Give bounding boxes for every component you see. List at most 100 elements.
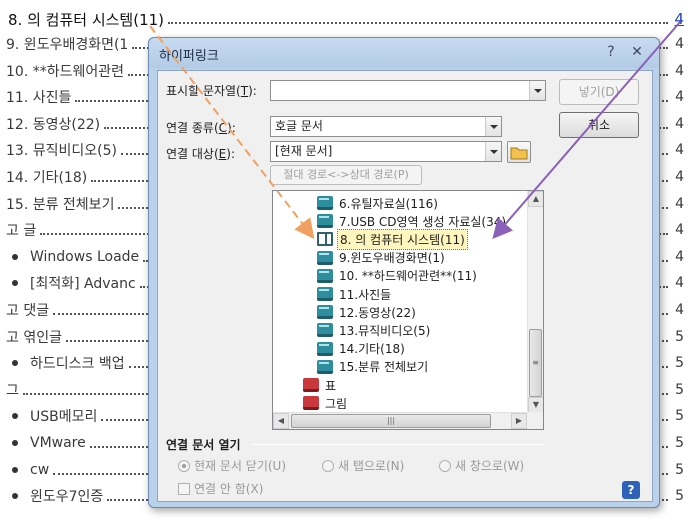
toc-label: 하드디스크 백업 (30, 356, 125, 373)
toc-page: 4 (675, 89, 684, 106)
radio-label: 새 창으로(W) (455, 459, 525, 473)
tree-item[interactable]: 표 (303, 375, 338, 395)
toc-page: 5 (675, 355, 684, 372)
dialog-titlebar[interactable]: 하이퍼링크 ? ✕ (149, 38, 659, 68)
toc-label: cw (30, 461, 50, 478)
radio-close-current[interactable]: 현재 문서 닫기(U) (178, 457, 286, 474)
toc-page: 4 (675, 195, 684, 212)
bullet-icon (12, 493, 18, 500)
toc-label: USB메모리 (30, 409, 98, 426)
link-type-value: 호글 문서 (275, 119, 323, 133)
toc-label: 윈도우7인증 (30, 489, 104, 506)
book-icon (317, 196, 333, 210)
cancel-button[interactable]: 취소 (559, 112, 639, 138)
bullet-icon (12, 360, 18, 367)
chevron-down-icon[interactable] (529, 81, 545, 100)
tree-item[interactable]: 12.동영상(22) (317, 302, 418, 322)
toc-page: 4 (675, 222, 684, 239)
scroll-up-icon[interactable]: ▲ (528, 191, 543, 207)
tree-item[interactable]: 15.분류 전체보기 (317, 357, 430, 377)
scroll-right-icon[interactable]: ▶ (511, 413, 527, 429)
toc-page: 5 (675, 381, 684, 398)
link-type-combo[interactable]: 호글 문서 (270, 116, 502, 137)
open-book-icon (317, 232, 333, 247)
book-icon (317, 287, 333, 301)
tree-item[interactable]: 6.유틸자료실(116) (317, 193, 440, 213)
toc-label: VMware (30, 435, 86, 451)
tree-item-label: 11.사진들 (339, 287, 392, 302)
radio-new-tab[interactable]: 새 탭으로(N) (322, 457, 404, 474)
tree-item[interactable]: 14.기타(18) (317, 339, 407, 359)
tree-item[interactable]: 11.사진들 (317, 284, 393, 304)
scroll-down-icon[interactable]: ▼ (528, 397, 543, 413)
toc-page: 4 (675, 142, 684, 159)
toc-label: 9. 윈도우배경화면(1 (6, 37, 129, 53)
tree-item-label: 그림 (325, 396, 348, 411)
path-toggle-button[interactable]: 절대 경로<->상대 경로(P) (270, 165, 422, 185)
insert-button[interactable]: 넣기(D) (559, 79, 639, 105)
hscroll-thumb[interactable]: ||| (291, 414, 491, 428)
toc-page: 5 (675, 408, 684, 425)
chevron-down-icon[interactable] (485, 117, 501, 136)
tree-item[interactable]: 10. **하드웨어관련**(11) (317, 266, 479, 286)
book-icon (317, 250, 333, 265)
folder-icon (510, 147, 528, 160)
radio-new-window[interactable]: 새 창으로(W) (439, 457, 524, 474)
toc-label: 그 (6, 382, 19, 399)
scroll-corner (527, 412, 543, 429)
bullet-icon (12, 280, 18, 287)
tree-item[interactable]: 9.윈도우배경화면(1) (317, 248, 447, 268)
book-icon (317, 305, 333, 320)
toc-label: 11. 사진들 (6, 90, 72, 107)
book-icon (317, 323, 333, 338)
toc-page-link[interactable]: 4 (668, 10, 684, 28)
link-type-label: 연결 종류(C): (166, 121, 236, 135)
toc-page: 4 (675, 62, 684, 79)
toc-label: 고 엮인글 (6, 329, 62, 346)
checkbox-box (178, 482, 190, 495)
no-link-checkbox[interactable]: 연결 안 함(X) (178, 480, 263, 497)
tree-item-label: 표 (325, 378, 337, 393)
tree-item-label: 13.뮤직비디오(5) (339, 323, 431, 338)
vertical-scrollbar[interactable]: ▲ ≡ ▼ (527, 191, 543, 413)
document-tree[interactable]: 6.유틸자료실(116) 7.USB CD영역 생성 자료실(34) 8. 의 컴퓨… (272, 190, 544, 430)
link-target-label: 연결 대상(E): (166, 147, 235, 161)
book-icon (317, 359, 333, 374)
tree-item[interactable]: 13.뮤직비디오(5) (317, 320, 432, 340)
help-icon[interactable]: ? (601, 42, 621, 62)
toc-page: 4 (675, 275, 684, 292)
tree-item[interactable]: 그림 (303, 393, 349, 413)
help-button[interactable]: ? (622, 481, 640, 499)
tree-item-label: 10. **하드웨어관련**(11) (339, 269, 477, 284)
toc-label: 13. 뮤직비디오(5) (6, 143, 117, 160)
scroll-thumb[interactable]: ≡ (529, 329, 542, 397)
tree-item[interactable]: 8. 의 컴퓨터 시스템(11) (317, 228, 468, 250)
dialog-title: 하이퍼링크 (159, 49, 219, 64)
chevron-down-icon[interactable] (485, 142, 501, 161)
radio-label: 현재 문서 닫기(U) (194, 459, 287, 473)
close-icon[interactable]: ✕ (627, 42, 647, 62)
book-icon (317, 268, 333, 283)
tree-item-label: 9.윈도우배경화면(1) (339, 251, 445, 266)
toc-page: 5 (675, 435, 684, 451)
toc-line-current[interactable]: 8. 의 컴퓨터 시스템(11) 4 (0, 7, 694, 31)
bullet-icon (12, 440, 18, 446)
radio-label: 새 탭으로(N) (338, 459, 405, 473)
toc-page: 4 (675, 36, 684, 52)
bullet-icon (12, 466, 18, 473)
browse-folder-button[interactable] (507, 141, 531, 163)
toc-page: 4 (675, 302, 684, 318)
link-target-combo[interactable]: [현재 문서] (270, 141, 502, 162)
toc-label: 고 글 (6, 223, 37, 240)
toc-page: 5 (675, 461, 684, 478)
toc-label: 고 댓글 (6, 303, 50, 319)
display-text-combo[interactable] (270, 80, 546, 101)
toc-label: 12. 동영상(22) (6, 116, 101, 133)
toc-page: 4 (675, 248, 684, 265)
scroll-left-icon[interactable]: ◀ (273, 413, 289, 429)
red-book-icon (303, 396, 319, 411)
toc-page: 4 (675, 115, 684, 132)
book-icon (317, 214, 333, 229)
display-text-label: 표시할 문자열(T): (166, 84, 257, 98)
horizontal-scrollbar[interactable]: ◀ ||| ▶ (273, 412, 527, 429)
